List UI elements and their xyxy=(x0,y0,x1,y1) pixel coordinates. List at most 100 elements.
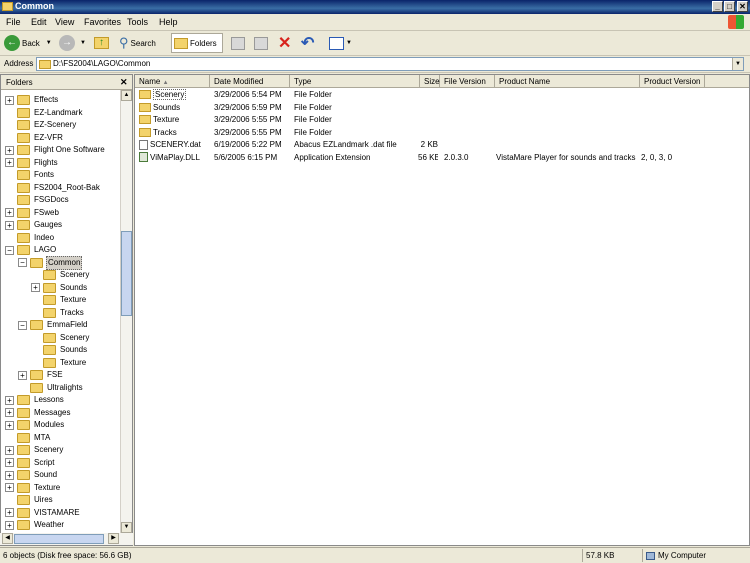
collapse-icon[interactable]: − xyxy=(18,258,27,267)
tree-item[interactable]: + Messages xyxy=(5,407,71,419)
tree-item[interactable]: MTA xyxy=(5,432,51,444)
expand-icon[interactable]: + xyxy=(5,458,14,467)
tree-item[interactable]: − Common xyxy=(18,255,83,270)
tree-item[interactable]: Tracks xyxy=(31,307,85,319)
tree-item[interactable]: + FSweb xyxy=(5,207,60,219)
hscroll-thumb[interactable] xyxy=(14,534,104,544)
column-name[interactable]: Name ▲ xyxy=(135,75,210,88)
tree-item[interactable]: + Texture xyxy=(5,482,61,494)
scroll-up-icon[interactable]: ▲ xyxy=(121,90,132,101)
tree-item[interactable]: EZ-Scenery xyxy=(5,119,77,131)
tree-item[interactable]: Scenery xyxy=(31,269,90,281)
tree-item[interactable]: + Lessons xyxy=(5,394,65,406)
tree-item[interactable]: Uires xyxy=(5,494,54,506)
expand-icon[interactable]: + xyxy=(5,508,14,517)
scroll-right-icon[interactable]: ▶ xyxy=(108,533,119,544)
expand-icon[interactable]: + xyxy=(5,208,14,217)
file-row[interactable]: Texture 3/29/2006 5:55 PM File Folder xyxy=(135,114,749,126)
chevron-down-icon[interactable]: ▼ xyxy=(732,58,743,70)
expand-icon[interactable]: + xyxy=(5,420,14,430)
back-button[interactable]: ← Back ▼ xyxy=(4,33,52,53)
tree-item[interactable]: + Gauges xyxy=(5,219,63,231)
close-button[interactable]: ✕ xyxy=(737,1,748,12)
forward-button[interactable]: → ▼ xyxy=(59,33,86,53)
expand-icon[interactable]: + xyxy=(5,408,14,417)
column-product-name[interactable]: Product Name xyxy=(495,75,640,88)
tree-item[interactable]: + Scenery xyxy=(5,444,64,456)
tree-item[interactable]: + Script xyxy=(5,457,55,469)
expand-icon[interactable]: + xyxy=(5,95,14,105)
views-button[interactable]: ▼ xyxy=(329,33,352,53)
expand-icon[interactable]: + xyxy=(18,370,27,380)
column-file-version[interactable]: File Version xyxy=(440,75,495,88)
tree-item[interactable]: Texture xyxy=(31,357,87,369)
tree-item[interactable]: Fonts xyxy=(5,169,55,181)
tree-item[interactable]: Texture xyxy=(31,294,87,306)
expand-icon[interactable]: + xyxy=(5,445,14,455)
menu-tools[interactable]: Tools xyxy=(127,17,148,27)
scroll-down-icon[interactable]: ▼ xyxy=(121,522,132,533)
minimize-button[interactable]: _ xyxy=(712,1,723,12)
column-product-version[interactable]: Product Version xyxy=(640,75,705,88)
tree-item[interactable]: Indeo xyxy=(5,232,55,244)
tree-item[interactable]: + Weather xyxy=(5,519,65,531)
up-folder-button[interactable]: ↑ xyxy=(94,33,109,53)
expand-icon[interactable]: + xyxy=(5,158,14,167)
folders-button[interactable]: Folders xyxy=(171,33,223,53)
maximize-button[interactable]: □ xyxy=(724,1,735,12)
tree-item[interactable]: − LAGO xyxy=(5,244,57,256)
file-row[interactable]: Scenery 3/29/2006 5:54 PM File Folder xyxy=(135,89,749,101)
file-row[interactable]: Sounds 3/29/2006 5:59 PM File Folder xyxy=(135,102,749,114)
file-row[interactable]: ViMaPlay.DLL 5/6/2005 6:15 PM Application … xyxy=(135,152,749,164)
column-size[interactable]: Size xyxy=(420,75,440,88)
expand-icon[interactable]: + xyxy=(5,483,14,492)
expand-icon[interactable]: + xyxy=(5,145,14,155)
copy-to-button[interactable] xyxy=(254,33,268,53)
file-row[interactable]: SCENERY.dat 6/19/2006 5:22 PM Abacus EZLan… xyxy=(135,139,749,151)
tree-item[interactable]: EZ-VFR xyxy=(5,132,64,144)
tree-item[interactable]: Ultralights xyxy=(18,382,84,394)
file-row[interactable]: Tracks 3/29/2006 5:55 PM File Folder xyxy=(135,127,749,139)
expand-icon[interactable]: + xyxy=(5,395,14,405)
collapse-icon[interactable]: − xyxy=(18,320,27,330)
close-icon[interactable]: ✕ xyxy=(120,75,128,90)
tree-item[interactable]: + VISTAMARE xyxy=(5,507,81,519)
tree-horizontal-scrollbar[interactable]: ◀ ▶ xyxy=(0,533,133,545)
scroll-thumb[interactable] xyxy=(121,231,132,316)
collapse-icon[interactable]: − xyxy=(5,245,14,255)
expand-icon[interactable]: + xyxy=(31,283,40,292)
tree-item[interactable]: − EmmaField xyxy=(18,319,88,331)
tree-item[interactable]: FS2004_Root-Bak xyxy=(5,182,101,194)
tree-item[interactable]: Scenery xyxy=(31,332,90,344)
tree-item[interactable]: + Modules xyxy=(5,419,65,431)
column-date-modified[interactable]: Date Modified xyxy=(210,75,290,88)
menu-favorites[interactable]: Favorites xyxy=(84,17,121,27)
expand-icon[interactable]: + xyxy=(5,220,14,230)
tree-item[interactable]: EZ-Landmark xyxy=(5,107,83,119)
address-input[interactable]: D:\FS2004\LAGO\Common ▼ xyxy=(36,57,744,71)
tree-item[interactable]: + Effects xyxy=(5,94,59,106)
move-to-button[interactable] xyxy=(231,33,245,53)
menu-edit[interactable]: Edit xyxy=(31,17,47,27)
tree-item[interactable]: Sounds xyxy=(31,344,88,356)
tree-item[interactable]: + Flights xyxy=(5,157,59,169)
scroll-left-icon[interactable]: ◀ xyxy=(2,533,13,544)
tree-item[interactable]: + Flight One Software xyxy=(5,144,106,156)
delete-button[interactable]: ✕ xyxy=(278,33,291,53)
tree-item-label: Uires xyxy=(34,495,53,504)
menu-file[interactable]: File xyxy=(6,17,21,27)
menu-view[interactable]: View xyxy=(55,17,74,27)
tree-item[interactable]: + Sounds xyxy=(31,282,88,294)
tree-item[interactable]: FSGDocs xyxy=(5,194,70,206)
search-button[interactable]: ⚲ Search xyxy=(119,33,156,53)
undo-button[interactable]: ↶ xyxy=(301,33,314,53)
tree-item[interactable]: + FSE xyxy=(18,369,64,381)
column-type[interactable]: Type xyxy=(290,75,420,88)
tree-item[interactable]: + Sound xyxy=(5,469,58,481)
expand-icon[interactable]: + xyxy=(5,470,14,480)
cell-type: File Folder xyxy=(294,102,332,112)
tree-item-label: Lessons xyxy=(34,395,64,404)
menu-help[interactable]: Help xyxy=(159,17,178,27)
tree-vertical-scrollbar[interactable]: ▲ ▼ xyxy=(120,90,132,545)
expand-icon[interactable]: + xyxy=(5,520,14,530)
